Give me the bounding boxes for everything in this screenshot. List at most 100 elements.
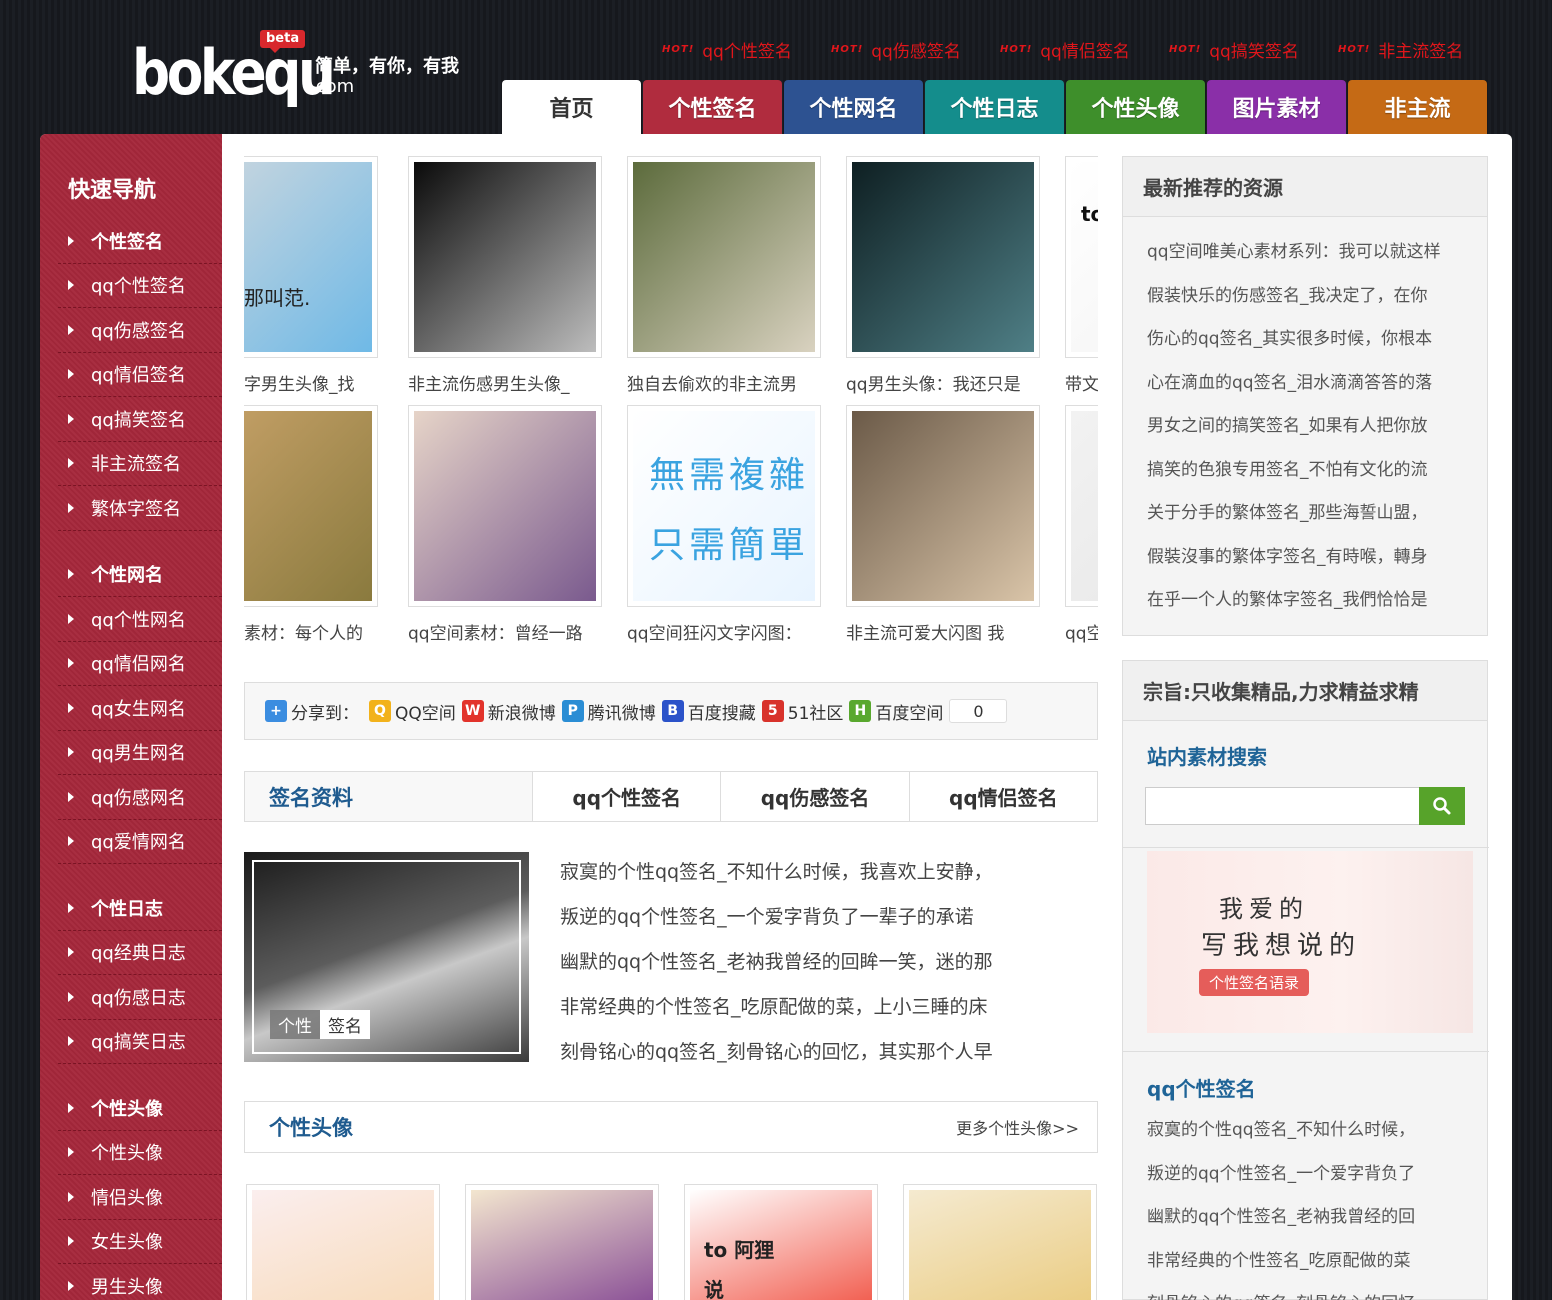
recommended-link[interactable]: 搞笑的色狼专用签名_不怕有文化的流: [1147, 449, 1467, 493]
nav-tab-4[interactable]: 个性头像: [1066, 80, 1205, 134]
qq-sign-link[interactable]: 叛逆的qq个性签名_一个爱字背负了: [1147, 1153, 1467, 1197]
sidebar-item-label: qq伤感网名: [91, 787, 186, 809]
plus-icon: +: [265, 700, 287, 722]
hot-link[interactable]: HOT! qq个性签名: [662, 36, 831, 62]
recommended-link[interactable]: 假裝沒事的繁体字签名_有時喉，轉身: [1147, 536, 1467, 580]
recommended-link[interactable]: 在乎一个人的繁体字签名_我們恰恰是: [1147, 579, 1467, 623]
sign-link[interactable]: 幽默的qq个性签名_老衲我曾经的回眸一笑，迷的那: [560, 940, 1060, 985]
share-weibo[interactable]: W 新浪微博: [461, 699, 556, 724]
sidebar-group-head[interactable]: 个性日志: [58, 886, 222, 931]
sidebar-group-head[interactable]: 个性头像: [58, 1086, 222, 1131]
nav-tab-6[interactable]: 非主流: [1348, 80, 1487, 134]
sign-feature-image[interactable]: 个性 签名: [244, 852, 529, 1062]
sign-quotes-banner[interactable]: 我爱的 写我想说的 个性签名语录: [1147, 851, 1473, 1033]
sign-link[interactable]: 非常经典的个性签名_吃原配做的菜，上小三睡的床: [560, 985, 1060, 1030]
share-baidu-space[interactable]: H 百度空间: [849, 699, 943, 724]
sidebar-item[interactable]: 情侣头像: [58, 1175, 222, 1220]
share-name: QQ空间: [395, 703, 456, 724]
nav-tab-2[interactable]: 个性网名: [784, 80, 923, 134]
gallery-thumb[interactable]: 独自去偷欢的非主流男: [627, 156, 821, 395]
recommended-link[interactable]: qq空间唯美心素材系列：我可以就这样: [1147, 231, 1467, 275]
qq-sign-subtitle[interactable]: qq个性签名: [1147, 1073, 1256, 1102]
qq-sign-link[interactable]: 非常经典的个性签名_吃原配做的菜: [1147, 1240, 1467, 1284]
share-tencent-weibo[interactable]: P 腾讯微博: [561, 699, 656, 724]
qq-sign-link[interactable]: 幽默的qq个性签名_老衲我曾经的回: [1147, 1196, 1467, 1240]
sidebar-item[interactable]: qq女生网名: [58, 686, 222, 731]
tab-qq-personal-sign[interactable]: qq个性签名: [532, 772, 721, 821]
recommended-link[interactable]: 男女之间的搞笑签名_如果有人把你放: [1147, 405, 1467, 449]
hot-link[interactable]: HOT! qq搞笑签名: [1169, 36, 1338, 62]
gallery-thumb[interactable]: 素材：每个人的: [244, 405, 378, 644]
sidebar-item[interactable]: qq搞笑日志: [58, 1020, 222, 1064]
hot-link[interactable]: HOT! qq情侣签名: [1000, 36, 1169, 62]
search-button[interactable]: [1419, 787, 1465, 825]
share-qzone[interactable]: Q QQ空间: [369, 699, 456, 724]
sidebar-item[interactable]: qq经典日志: [58, 931, 222, 975]
recommended-link[interactable]: 伤心的qq签名_其实很多时候，你根本: [1147, 318, 1467, 362]
share-count[interactable]: 0: [949, 699, 1008, 723]
sidebar-item[interactable]: qq个性签名: [58, 264, 222, 308]
avatar-thumb[interactable]: [246, 1184, 440, 1300]
gallery-thumb[interactable]: qq空间: [1065, 405, 1098, 644]
nav-tab-5[interactable]: 图片素材: [1207, 80, 1346, 134]
sign-link[interactable]: 寂寞的个性qq签名_不知什么时候，我喜欢上安静，: [560, 850, 1060, 895]
sidebar-item-label: 女生头像: [91, 1232, 163, 1254]
arrow-right-icon: [68, 702, 74, 713]
avatar-image: to 阿狸说: [690, 1190, 872, 1300]
sidebar-item-label: qq男生网名: [91, 743, 186, 765]
gallery-thumb[interactable]: 非主流伤感男生头像_: [408, 156, 602, 395]
sidebar-item[interactable]: 男生头像: [58, 1264, 222, 1300]
gallery-thumb[interactable]: to 带文字: [1065, 156, 1098, 395]
sidebar-item[interactable]: qq伤感网名: [58, 775, 222, 820]
thumb-caption: 素材：每个人的: [244, 624, 363, 644]
share-51[interactable]: 5 51社区: [761, 699, 843, 724]
recommended-link[interactable]: 假装快乐的伤感签名_我决定了，在你: [1147, 275, 1467, 319]
sidebar-item[interactable]: qq男生网名: [58, 731, 222, 775]
sidebar-item[interactable]: qq个性网名: [58, 597, 222, 642]
sidebar-item[interactable]: qq爱情网名: [58, 820, 222, 864]
sidebar-item[interactable]: qq伤感日志: [58, 975, 222, 1020]
sidebar-item[interactable]: qq伤感签名: [58, 308, 222, 353]
sidebar-item-label: 个性头像: [91, 1143, 163, 1165]
arrow-right-icon: [68, 947, 74, 958]
tab-qq-sad-sign[interactable]: qq伤感签名: [720, 772, 908, 821]
sidebar-group-head[interactable]: 个性签名: [58, 219, 222, 264]
gallery-thumb[interactable]: 非主流可爱大闪图 我: [846, 405, 1040, 644]
sidebar-item[interactable]: qq搞笑签名: [58, 397, 222, 442]
gallery-thumb[interactable]: qq空间素材：曾经一路: [408, 405, 602, 644]
hot-link[interactable]: HOT! 非主流签名: [1338, 36, 1507, 62]
recommended-link[interactable]: 心在滴血的qq签名_泪水滴滴答答的落: [1147, 362, 1467, 406]
share-baidu[interactable]: B 百度搜藏: [661, 699, 756, 724]
thumb-caption: 非主流可爱大闪图 我: [846, 624, 1005, 644]
nav-tab-0[interactable]: 首页: [502, 80, 641, 134]
sidebar-item[interactable]: 繁体字签名: [58, 486, 222, 531]
gallery-thumb[interactable]: 無需複雜 只需簡單 qq空间狂闪文字闪图：: [627, 405, 821, 644]
arrow-right-icon: [68, 1036, 74, 1047]
search-input[interactable]: [1145, 787, 1421, 825]
share-bar: + 分享到： Q QQ空间 W 新浪微博 P 腾讯微博 B 百度搜藏 5 51社区 H 百度空间 0: [244, 682, 1098, 740]
qq-sign-link[interactable]: 寂寞的个性qq签名_不知什么时候，: [1147, 1109, 1467, 1153]
gallery-thumb[interactable]: 二逼那叫范. 字男生头像_找: [244, 156, 378, 395]
avatar-thumb[interactable]: [465, 1184, 659, 1300]
sidebar-group-head[interactable]: 个性网名: [58, 553, 222, 597]
sign-link[interactable]: 叛逆的qq个性签名_一个爱字背负了一辈子的承诺: [560, 895, 1060, 940]
more-avatars-link[interactable]: 更多个性头像>>: [956, 1115, 1079, 1139]
arrow-right-icon: [68, 836, 74, 847]
avatar-thumb[interactable]: to 阿狸说: [684, 1184, 878, 1300]
sidebar-item[interactable]: 个性头像: [58, 1131, 222, 1175]
sidebar-item[interactable]: qq情侣签名: [58, 353, 222, 397]
hot-link[interactable]: HOT! qq伤感签名: [831, 36, 1000, 62]
tab-qq-couple-sign[interactable]: qq情侣签名: [908, 772, 1097, 821]
sidebar-item[interactable]: 非主流签名: [58, 442, 222, 486]
sidebar-item[interactable]: 女生头像: [58, 1220, 222, 1264]
nav-tab-3[interactable]: 个性日志: [925, 80, 1064, 134]
sidebar-item[interactable]: qq情侣网名: [58, 642, 222, 686]
qq-sign-link[interactable]: 刻骨铭心的qq签名_刻骨铭心的回忆: [1147, 1283, 1467, 1300]
gallery-thumb[interactable]: qq男生头像：我还只是: [846, 156, 1040, 395]
avatar-image: [471, 1190, 653, 1300]
sign-link[interactable]: 刻骨铭心的qq签名_刻骨铭心的回忆，其实那个人早: [560, 1030, 1060, 1075]
nav-tab-1[interactable]: 个性签名: [643, 80, 782, 134]
recommended-link[interactable]: 关于分手的繁体签名_那些海誓山盟，: [1147, 492, 1467, 536]
sidebar-group-label: 个性网名: [91, 565, 163, 587]
avatar-thumb[interactable]: [903, 1184, 1097, 1300]
